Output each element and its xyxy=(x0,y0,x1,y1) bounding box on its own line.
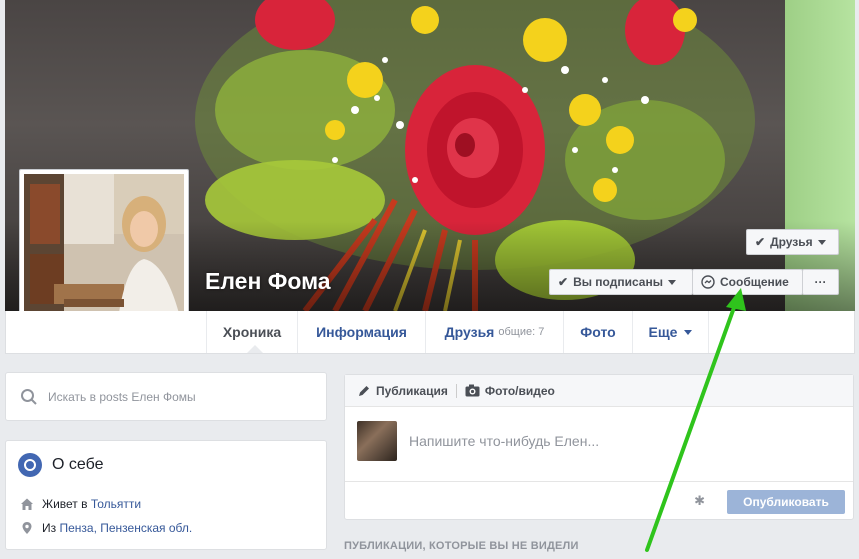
composer-tab-post-label: Публикация xyxy=(376,383,448,398)
chevron-down-icon xyxy=(684,329,693,335)
from-prefix: Из xyxy=(42,521,57,535)
search-placeholder: Искать в posts Елен Фомы xyxy=(48,389,196,404)
about-title: О себе xyxy=(52,456,104,473)
composer-input[interactable]: Напишите что-нибудь Елен... xyxy=(357,421,599,461)
profile-photo-image xyxy=(24,174,184,334)
tab-photos[interactable]: Фото xyxy=(564,311,633,353)
active-tab-indicator xyxy=(247,345,263,353)
tab-about-label: Информация xyxy=(316,324,407,340)
user-avatar xyxy=(357,421,397,461)
from-row: Из Пенза, Пензенская обл. xyxy=(20,521,192,535)
subscribed-button[interactable]: ✔ Вы подписаны xyxy=(549,269,693,295)
composer-footer: ✱ Опубликовать xyxy=(345,481,853,519)
friends-button-label: Друзья xyxy=(770,235,813,249)
tab-timeline-label: Хроника xyxy=(222,324,282,340)
composer-placeholder: Напишите что-нибудь Елен... xyxy=(409,433,600,449)
composer-tab-photo-label: Фото/видео xyxy=(484,383,555,398)
tab-about[interactable]: Информация xyxy=(298,311,426,353)
tab-friends-label: Друзья xyxy=(444,324,495,340)
camera-icon xyxy=(465,384,480,397)
profile-photo xyxy=(24,174,184,334)
post-composer: Публикация Фото/видео Напишите что-нибуд… xyxy=(344,374,854,520)
check-icon: ✔ xyxy=(755,235,766,249)
friends-button[interactable]: ✔ Друзья xyxy=(746,229,839,255)
more-dots-icon: ··· xyxy=(814,275,827,289)
lives-in-row: Живет в Тольятти xyxy=(20,497,141,511)
mutual-friends-count: общие: 7 xyxy=(498,326,545,338)
chevron-down-icon xyxy=(667,279,676,285)
globe-icon xyxy=(18,453,42,477)
composer-tab-photo[interactable]: Фото/видео xyxy=(465,384,555,398)
composer-tab-post[interactable]: Публикация xyxy=(357,384,448,398)
lives-in-prefix: Живет в xyxy=(42,497,88,511)
settings-gear-icon[interactable]: ✱ xyxy=(694,493,705,509)
tab-friends[interactable]: Друзья общие: 7 xyxy=(426,311,564,353)
composer-tabs: Публикация Фото/видео xyxy=(345,375,853,407)
pencil-icon xyxy=(359,385,369,396)
home-icon xyxy=(21,498,33,510)
tab-photos-label: Фото xyxy=(580,324,616,340)
search-icon xyxy=(21,388,37,405)
lives-in-city-link[interactable]: Тольятти xyxy=(91,497,141,511)
about-card: О себе Живет в Тольятти Из Пенза, Пензен… xyxy=(5,440,327,550)
location-pin-icon xyxy=(22,522,32,534)
tab-more-label: Еще xyxy=(648,324,678,340)
publish-button[interactable]: Опубликовать xyxy=(727,490,845,514)
more-options-button[interactable]: ··· xyxy=(802,269,839,295)
messenger-icon xyxy=(701,275,715,289)
about-heading: О себе xyxy=(18,453,104,477)
from-place-link[interactable]: Пенза, Пензенская обл. xyxy=(59,521,192,535)
subscribed-button-label: Вы подписаны xyxy=(573,275,663,289)
profile-nav-bar: Хроника Информация Друзья общие: 7 Фото … xyxy=(5,311,855,354)
message-button-label: Сообщение xyxy=(720,275,789,289)
unseen-posts-header: ПУБЛИКАЦИИ, КОТОРЫЕ ВЫ НЕ ВИДЕЛИ xyxy=(344,540,579,552)
composer-tab-divider xyxy=(455,383,457,398)
profile-name[interactable]: Елен Фома xyxy=(205,268,331,295)
check-icon: ✔ xyxy=(558,275,569,289)
search-posts-input[interactable]: Искать в posts Елен Фомы xyxy=(5,372,327,421)
chevron-down-icon xyxy=(817,239,826,245)
message-button[interactable]: Сообщение xyxy=(692,269,803,295)
tab-more[interactable]: Еще xyxy=(633,311,709,353)
